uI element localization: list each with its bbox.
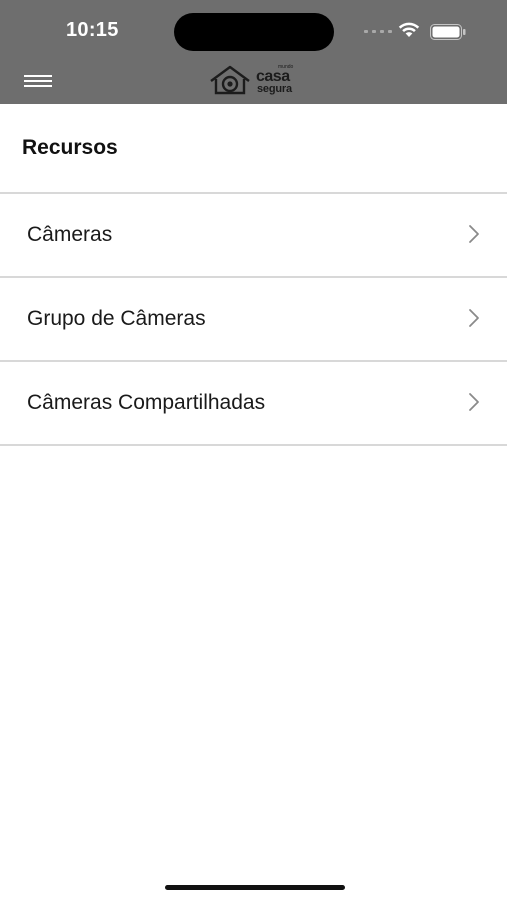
list-item-camera-groups[interactable]: Grupo de Câmeras [0,278,507,360]
chevron-right-icon [469,225,479,243]
dynamic-island [174,13,334,51]
house-camera-icon [210,65,250,95]
top-bar: 10:15 mundo casa segura [0,0,507,104]
divider [0,444,507,446]
home-indicator[interactable] [165,885,345,890]
chevron-right-icon [469,393,479,411]
list-item-cameras[interactable]: Câmeras [0,194,507,276]
list-item-label: Câmeras [27,223,113,246]
list-item-shared-cameras[interactable]: Câmeras Compartilhadas [0,362,507,444]
cellular-signal-icon [364,30,392,33]
chevron-right-icon [469,309,479,327]
status-time: 10:15 [66,19,119,41]
hamburger-icon[interactable] [24,72,54,90]
section-title: Recursos [22,136,118,159]
wifi-icon [398,22,420,37]
logo-segura-text: segura [257,83,292,95]
list-item-label: Grupo de Câmeras [27,307,206,330]
brand-logo: mundo casa segura [208,63,304,99]
battery-icon [430,24,466,40]
list-item-label: Câmeras Compartilhadas [27,391,266,414]
